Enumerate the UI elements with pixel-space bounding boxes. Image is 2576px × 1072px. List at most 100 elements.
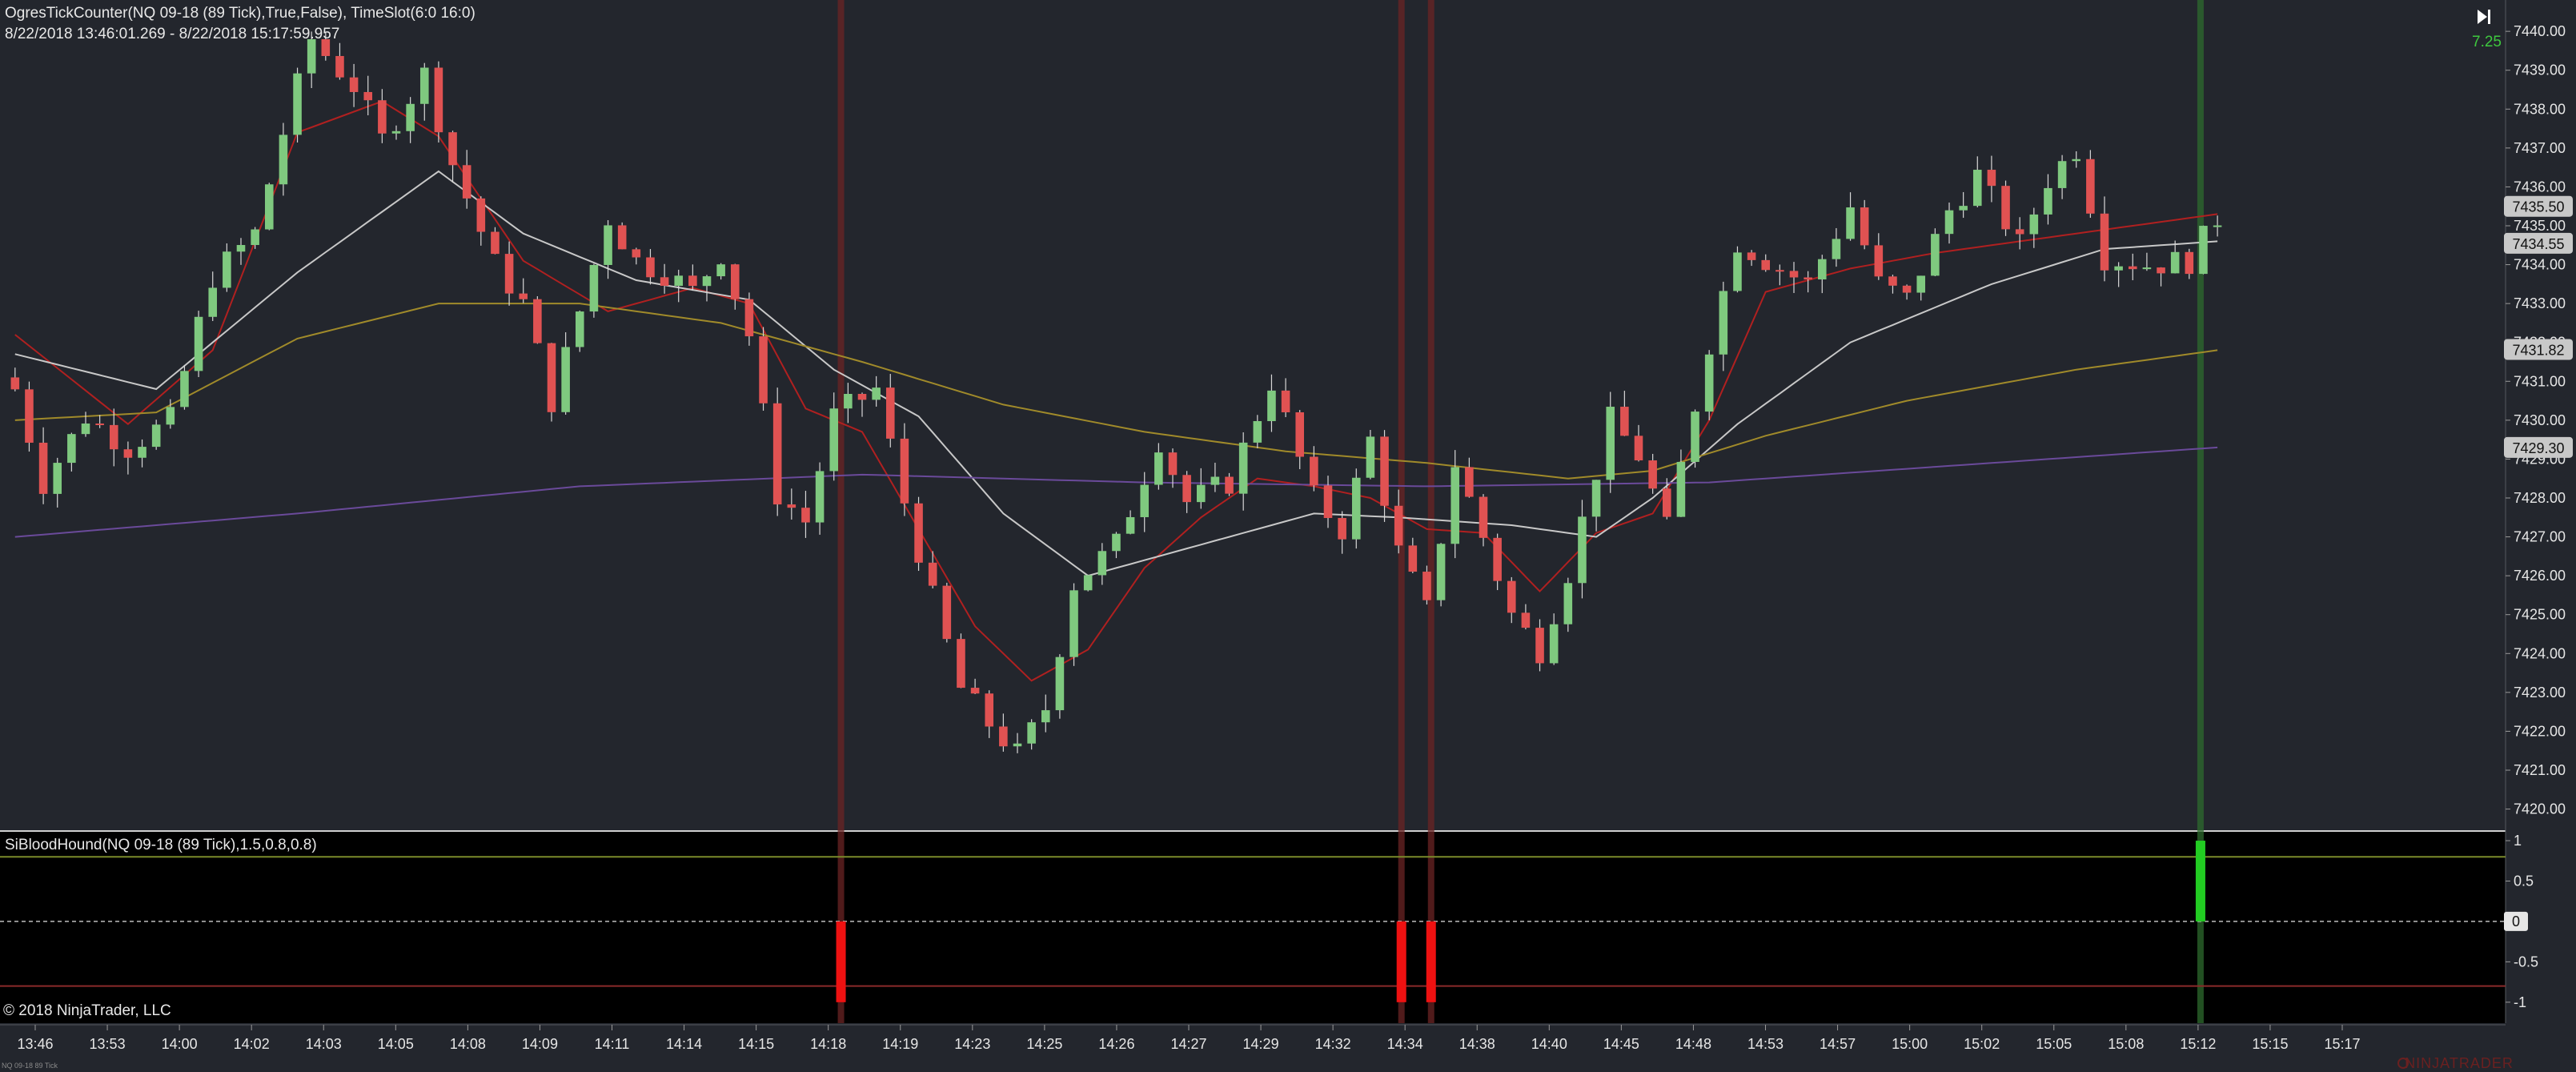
candle-body[interactable] <box>1578 516 1587 584</box>
candle-body[interactable] <box>10 377 20 390</box>
candle-body[interactable] <box>857 394 867 400</box>
candle[interactable] <box>293 67 302 143</box>
candle-body[interactable] <box>900 438 909 504</box>
candle-body[interactable] <box>1380 436 1389 506</box>
candle-body[interactable] <box>702 276 712 287</box>
candle-body[interactable] <box>1196 484 1206 503</box>
candle-body[interactable] <box>1493 537 1502 581</box>
candle[interactable] <box>914 496 923 572</box>
candle[interactable] <box>264 183 274 231</box>
candle-body[interactable] <box>2142 267 2152 270</box>
candle-body[interactable] <box>208 287 218 317</box>
candle-body[interactable] <box>293 73 302 135</box>
candle-body[interactable] <box>942 585 952 640</box>
candle-body[interactable] <box>1479 496 1488 538</box>
candle[interactable] <box>1691 409 1699 468</box>
candle-body[interactable] <box>604 225 612 265</box>
candle-body[interactable] <box>646 257 655 278</box>
candle[interactable] <box>772 387 782 516</box>
candle-body[interactable] <box>2057 161 2067 188</box>
candle-body[interactable] <box>1549 624 1559 664</box>
candle-body[interactable] <box>844 394 853 409</box>
candle[interactable] <box>617 222 627 250</box>
candle-body[interactable] <box>1817 259 1827 280</box>
candle-body[interactable] <box>462 165 471 199</box>
candle-body[interactable] <box>95 424 104 426</box>
candle-body[interactable] <box>1069 590 1078 657</box>
candle-body[interactable] <box>419 67 429 104</box>
candle[interactable] <box>547 343 556 422</box>
candle[interactable] <box>2001 180 2010 236</box>
candle-body[interactable] <box>2086 159 2095 214</box>
candle-body[interactable] <box>1225 476 1234 494</box>
candle-body[interactable] <box>674 275 684 286</box>
candle-body[interactable] <box>547 343 556 412</box>
candle[interactable] <box>1860 199 1869 250</box>
candle-body[interactable] <box>1436 544 1446 600</box>
candle-body[interactable] <box>575 311 584 347</box>
candle-body[interactable] <box>138 447 146 458</box>
candle[interactable] <box>2199 225 2208 275</box>
candle-body[interactable] <box>1351 477 1361 540</box>
candle-body[interactable] <box>872 387 881 400</box>
candle-body[interactable] <box>829 408 839 472</box>
candle-body[interactable] <box>1620 407 1629 436</box>
candle[interactable] <box>533 296 542 344</box>
candle-body[interactable] <box>1719 291 1728 355</box>
candle-body[interactable] <box>1465 467 1474 497</box>
candle-body[interactable] <box>1804 277 1812 280</box>
candle[interactable] <box>180 365 189 410</box>
candle-body[interactable] <box>1747 252 1756 260</box>
candle-body[interactable] <box>194 316 203 371</box>
candle[interactable] <box>25 381 34 452</box>
candle[interactable] <box>1563 577 1573 632</box>
candle-body[interactable] <box>801 508 810 523</box>
candle-body[interactable] <box>2157 267 2165 274</box>
candle-body[interactable] <box>2114 266 2123 271</box>
candle-body[interactable] <box>815 471 825 523</box>
candle-body[interactable] <box>378 100 387 134</box>
candle-body[interactable] <box>2044 187 2052 215</box>
candle-body[interactable] <box>2170 251 2180 274</box>
candle-body[interactable] <box>1013 743 1022 747</box>
candle-body[interactable] <box>2199 226 2208 275</box>
candle[interactable] <box>1351 468 1361 549</box>
candle-body[interactable] <box>307 39 316 74</box>
candle-body[interactable] <box>1083 575 1093 591</box>
candle-body[interactable] <box>2015 229 2024 235</box>
candle-body[interactable] <box>688 275 697 287</box>
candle-body[interactable] <box>109 424 118 450</box>
candle-body[interactable] <box>25 389 34 443</box>
candle-body[interactable] <box>504 254 514 294</box>
candle-body[interactable] <box>1140 484 1150 517</box>
candle-body[interactable] <box>1662 488 1671 517</box>
candle-body[interactable] <box>476 198 486 232</box>
candle[interactable] <box>1733 246 1742 293</box>
lower-panel-bg[interactable] <box>0 831 2506 1023</box>
candle-body[interactable] <box>632 249 641 258</box>
candle-body[interactable] <box>2213 225 2222 227</box>
candle-body[interactable] <box>363 91 373 101</box>
candle-body[interactable] <box>589 264 599 312</box>
scroll-to-end-button[interactable] <box>2474 6 2494 27</box>
candle-body[interactable] <box>406 103 415 131</box>
candle[interactable] <box>1931 228 1940 277</box>
candle-body[interactable] <box>1253 420 1262 443</box>
candle-body[interactable] <box>957 639 965 689</box>
candle-body[interactable] <box>787 504 796 508</box>
candle-body[interactable] <box>279 135 288 185</box>
candle-body[interactable] <box>1521 612 1531 628</box>
candle-body[interactable] <box>81 424 90 435</box>
candle-body[interactable] <box>2185 251 2194 275</box>
candle-body[interactable] <box>2100 213 2109 271</box>
candle-body[interactable] <box>264 184 274 230</box>
candle-body[interactable] <box>985 693 994 727</box>
candle-body[interactable] <box>1902 285 1912 293</box>
candle-body[interactable] <box>1394 505 1403 546</box>
candle-body[interactable] <box>716 264 725 277</box>
candle[interactable] <box>1069 583 1078 666</box>
candle-body[interactable] <box>1648 460 1657 489</box>
candle-body[interactable] <box>1125 516 1135 534</box>
candle[interactable] <box>434 61 443 143</box>
candle[interactable] <box>1436 543 1446 607</box>
